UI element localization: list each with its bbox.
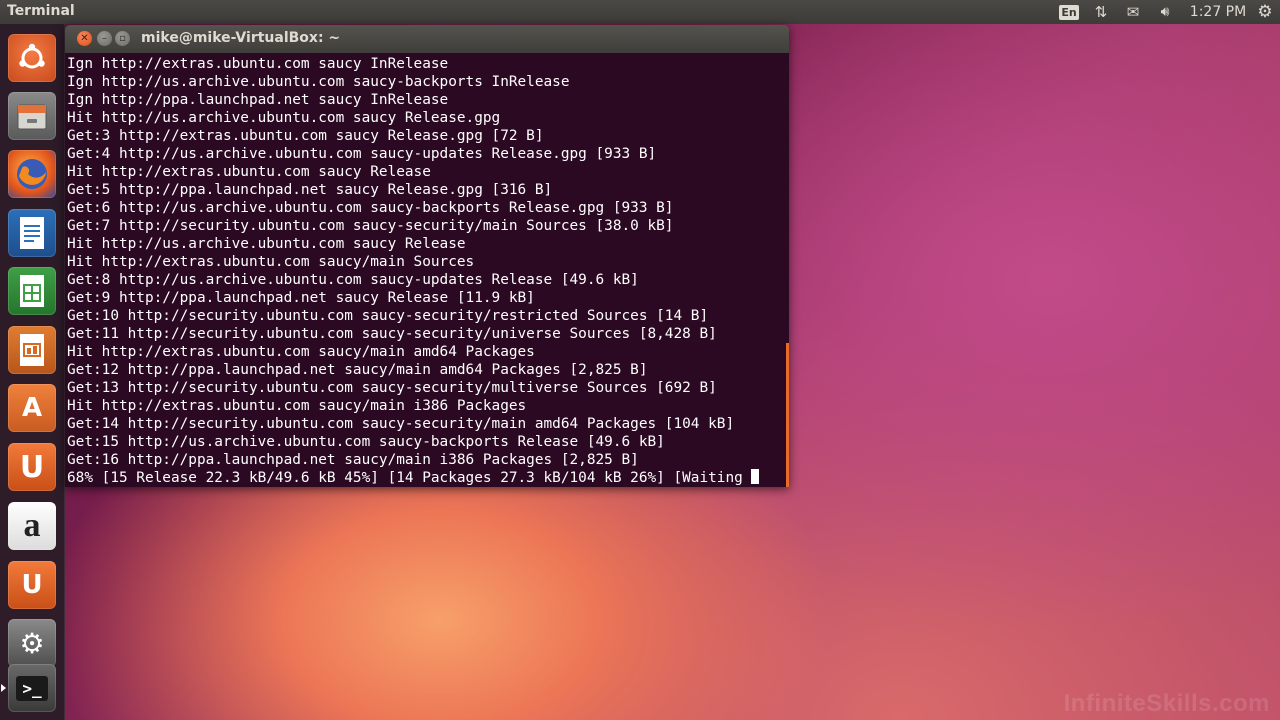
minimize-icon: – [102,32,107,44]
network-arrows-icon[interactable]: ⇅ [1091,2,1111,22]
running-indicator [1,684,6,692]
spreadsheet-icon [20,275,44,307]
terminal-line: Get:11 http://security.ubuntu.com saucy-… [67,326,717,342]
speaker-icon[interactable]: 🔊︎ [1153,2,1177,22]
terminal-progress-line: 68% [15 Release 22.3 kB/49.6 kB 45%] [14… [67,469,760,487]
window-title: mike@mike-VirtualBox: ~ [141,30,341,46]
clock[interactable]: 1:27 PM [1188,2,1248,22]
terminal-line: Get:6 http://us.archive.ubuntu.com saucy… [67,200,674,216]
headphones-icon: U [21,570,43,600]
terminal-line: Hit http://us.archive.ubuntu.com saucy R… [67,110,501,126]
shopping-bag-icon: A [21,393,43,423]
keyboard-layout-indicator[interactable]: En [1059,2,1079,22]
launcher-item-system-settings[interactable]: ⚙ [8,619,56,667]
launcher-item-music[interactable]: U [8,561,56,609]
terminal-line: Get:3 http://extras.ubuntu.com saucy Rel… [67,128,544,144]
terminal-line: Get:14 http://security.ubuntu.com saucy-… [67,416,735,432]
document-icon [20,217,44,249]
envelope-icon[interactable]: ✉ [1123,2,1143,22]
maximize-icon: ▫ [119,32,126,44]
launcher-item-dash[interactable] [8,34,56,82]
terminal-line: Get:5 http://ppa.launchpad.net saucy Rel… [67,182,553,198]
watermark: InfiniteSkills.com [1063,690,1270,717]
terminal-line: Hit http://extras.ubuntu.com saucy/main … [67,344,535,360]
title-bar[interactable]: ✕ – ▫ mike@mike-VirtualBox: ~ [65,25,789,53]
progress-text: 68% [15 Release 22.3 kB/49.6 kB 45%] [14… [67,470,752,486]
launcher-item-calc[interactable] [8,267,56,315]
terminal-line: Hit http://extras.ubuntu.com saucy Relea… [67,164,431,180]
terminal-line: Ign http://ppa.launchpad.net saucy InRel… [67,92,449,108]
terminal-line: Get:8 http://us.archive.ubuntu.com saucy… [67,272,639,288]
terminal-line: Hit http://us.archive.ubuntu.com saucy R… [67,236,466,252]
close-button[interactable]: ✕ [77,31,92,46]
maximize-button[interactable]: ▫ [115,31,130,46]
launcher-item-amazon[interactable]: a [8,502,56,550]
launcher-item-terminal[interactable]: >_ [1,664,56,712]
terminal-line: Get:4 http://us.archive.ubuntu.com saucy… [67,146,657,162]
terminal-line: Hit http://extras.ubuntu.com saucy/main … [67,254,475,270]
launcher-item-software-center[interactable]: A [8,384,56,432]
terminal-output[interactable]: Ign http://extras.ubuntu.com saucy InRel… [65,53,789,487]
terminal-line: Get:12 http://ppa.launchpad.net saucy/ma… [67,362,648,378]
amazon-icon: a [23,507,41,544]
scrollbar[interactable] [786,343,789,487]
minimize-button[interactable]: – [97,31,112,46]
terminal-line: Ign http://extras.ubuntu.com saucy InRel… [67,56,449,72]
launcher-item-impress[interactable] [8,326,56,374]
wrench-gear-icon: ⚙ [19,626,45,660]
terminal-line: Hit http://extras.ubuntu.com saucy/main … [67,398,527,414]
terminal-icon: >_ [16,675,48,701]
text-cursor [751,469,760,484]
launcher-item-writer[interactable] [8,209,56,257]
firefox-icon [17,159,47,189]
terminal-line: Get:16 http://ppa.launchpad.net saucy/ma… [67,452,639,468]
file-cabinet-icon [17,104,47,130]
close-icon: ✕ [80,32,89,44]
terminal-window[interactable]: ✕ – ▫ mike@mike-VirtualBox: ~ Ign http:/… [65,25,789,487]
launcher: A U a U ⚙ >_ [0,24,65,720]
terminal-line: Ign http://us.archive.ubuntu.com saucy-b… [67,74,570,90]
presentation-icon [20,334,44,366]
launcher-item-firefox[interactable] [8,150,56,198]
gear-icon[interactable]: ⚙ [1254,2,1276,22]
top-panel: Terminal En ⇅ ✉ 🔊︎ 1:27 PM ⚙ [0,0,1280,24]
terminal-line: Get:7 http://security.ubuntu.com saucy-s… [67,218,674,234]
terminal-line: Get:9 http://ppa.launchpad.net saucy Rel… [67,290,535,306]
launcher-item-files[interactable] [8,92,56,140]
terminal-line: Get:10 http://security.ubuntu.com saucy-… [67,308,709,324]
terminal-line: Get:13 http://security.ubuntu.com saucy-… [67,380,717,396]
ubuntu-logo-icon [19,43,45,69]
terminal-line: Get:15 http://us.archive.ubuntu.com sauc… [67,434,665,450]
ubuntu-one-icon: U [19,449,45,485]
launcher-item-ubuntu-one[interactable]: U [8,443,56,491]
keyboard-layout-label: En [1059,4,1079,20]
active-app-title: Terminal [7,3,75,19]
